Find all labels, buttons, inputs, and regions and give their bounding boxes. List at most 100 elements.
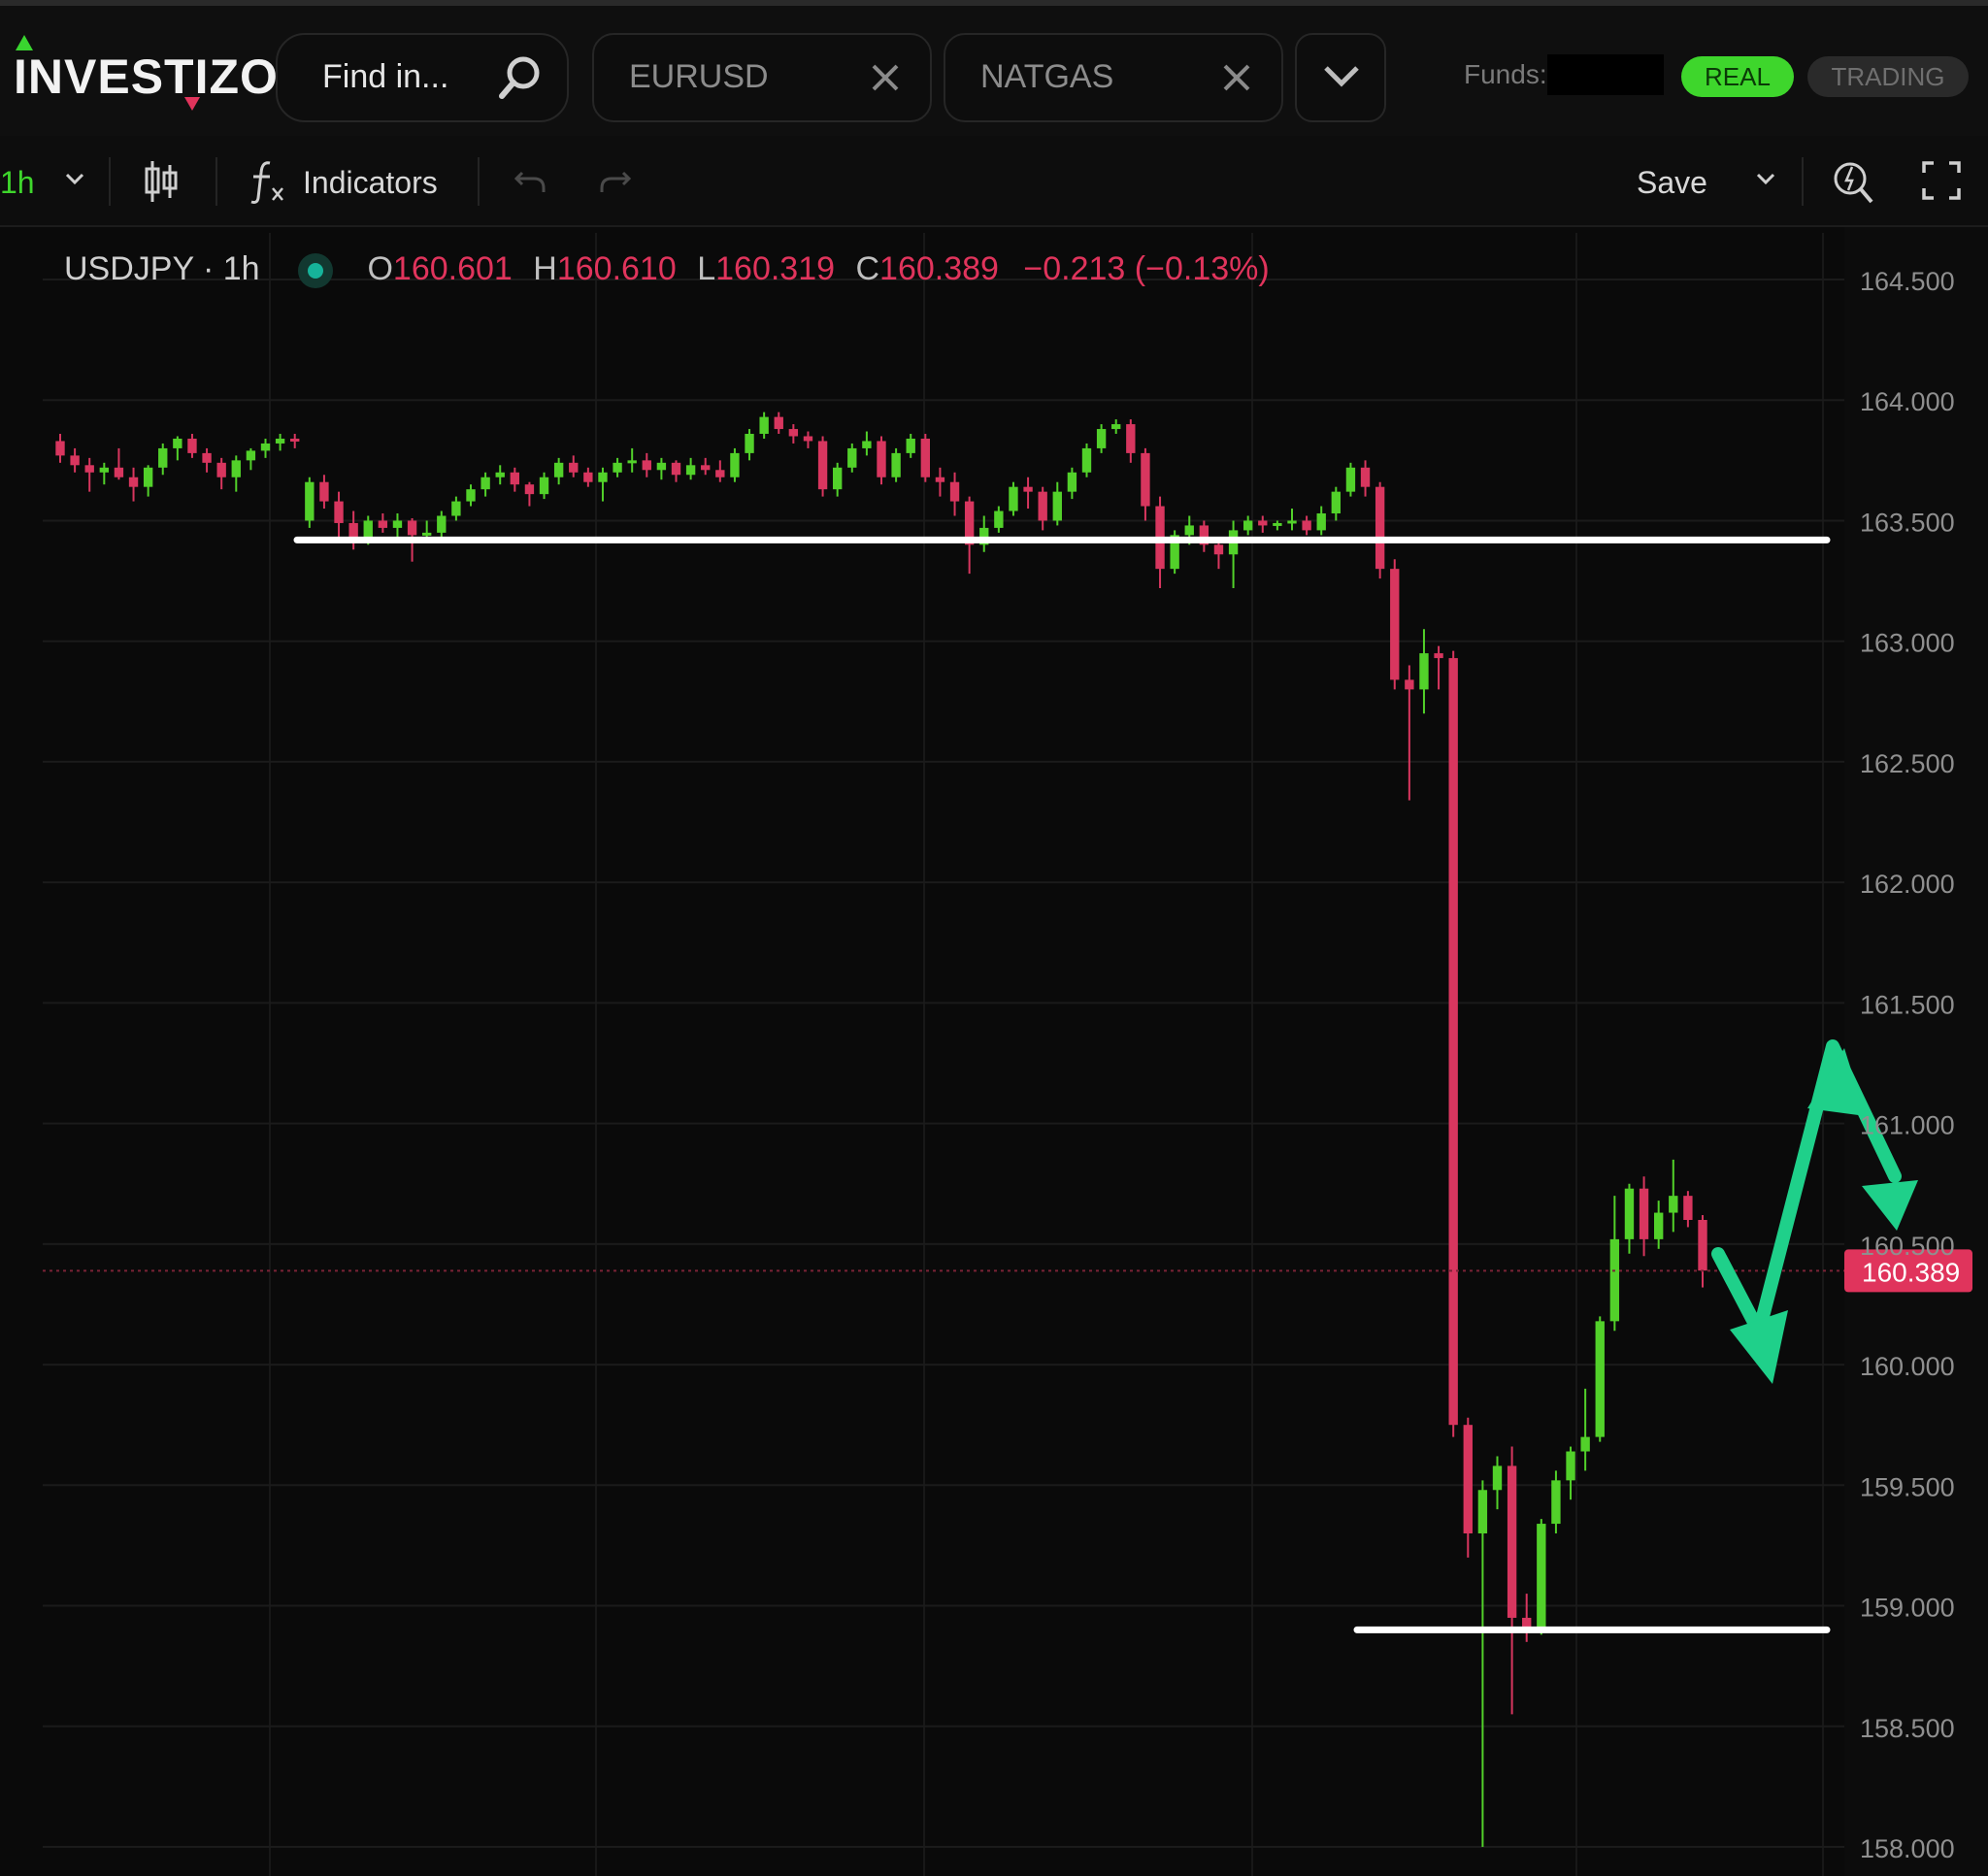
real-mode-toggle[interactable]: REAL [1681, 56, 1794, 97]
candle-body [1580, 1436, 1590, 1452]
tabs-dropdown-button[interactable] [1295, 33, 1386, 122]
candle-body [1081, 447, 1092, 473]
logo-text: INVESTIZO [14, 49, 279, 104]
price-chart[interactable]: 160.389 164.500 164.000 163.500 163.000 162.… [0, 227, 1988, 1876]
trading-mode-toggle[interactable]: TRADING [1807, 56, 1969, 97]
candle-body [803, 436, 813, 442]
candle-body [832, 467, 843, 490]
quick-search-icon[interactable] [1831, 157, 1877, 214]
chevron-down-icon [1320, 62, 1363, 100]
candle-body [510, 472, 520, 485]
candle-body [275, 438, 285, 444]
candle-body [817, 441, 828, 490]
candle-body [1038, 491, 1047, 521]
candle-body [1052, 491, 1062, 521]
candle-body [877, 441, 886, 477]
candle-body [70, 455, 80, 466]
candle-body [334, 501, 344, 523]
y-tick-label: 163.500 [1860, 508, 1955, 537]
close-icon[interactable] [866, 58, 905, 106]
candle-body [1302, 520, 1311, 531]
candle-body [143, 467, 153, 487]
candle-body [715, 470, 725, 477]
candle-body [246, 450, 256, 461]
current-price-label: 160.389 [1862, 1257, 1960, 1287]
investizo-logo[interactable]: INVESTIZO [14, 35, 279, 111]
candle-body [1477, 1490, 1488, 1533]
candle-body [1419, 653, 1429, 690]
candle-body [1287, 520, 1297, 524]
tab-label: EURUSD [629, 58, 769, 95]
top-header: INVESTIZO Find in... EURUSD NATGAS Funds… [0, 0, 1988, 136]
undo-icon[interactable] [513, 165, 547, 208]
candle-body [407, 520, 417, 536]
low-label: L [697, 250, 716, 287]
tab-eurusd[interactable]: EURUSD [592, 33, 932, 122]
toolbar-divider [215, 157, 217, 206]
candle-body [1390, 569, 1400, 680]
funds-value-redacted [1547, 54, 1664, 95]
candle-body [1067, 472, 1077, 492]
close-icon[interactable] [1217, 58, 1256, 106]
candle-body [421, 532, 432, 536]
y-tick-label: 159.500 [1860, 1472, 1955, 1501]
close-value: 160.389 [879, 250, 999, 287]
y-tick-label: 159.000 [1860, 1594, 1955, 1623]
candle-body [1126, 424, 1136, 453]
candle-body [392, 520, 403, 528]
candles-chart-type-icon[interactable] [142, 157, 181, 214]
logo-up-arrow-icon [16, 35, 33, 50]
candle-body [569, 462, 579, 473]
y-tick-label: 161.500 [1860, 990, 1955, 1019]
chevron-down-icon[interactable] [62, 159, 87, 206]
candle-body [994, 510, 1004, 528]
candle-body [305, 481, 315, 521]
candle-body [539, 477, 549, 495]
interval-selector[interactable]: 1h [0, 165, 35, 201]
y-tick-label: 164.000 [1860, 387, 1955, 416]
candle-body [480, 477, 490, 490]
candle-body [685, 465, 696, 476]
toolbar-divider [109, 157, 111, 206]
candle-body [1551, 1480, 1561, 1525]
symbol-interval[interactable]: USDJPY · 1h [64, 250, 260, 287]
candle-body [1609, 1238, 1620, 1322]
candle-body [1184, 525, 1194, 536]
candle-body [862, 441, 872, 448]
candle-body [1023, 486, 1033, 492]
candle-body [1669, 1196, 1678, 1213]
candle-body [1096, 429, 1107, 448]
candle-body [1653, 1212, 1664, 1239]
fullscreen-icon[interactable] [1920, 159, 1963, 210]
candle-body [613, 462, 622, 473]
redo-icon[interactable] [598, 165, 633, 208]
indicators-fx-icon[interactable] [248, 157, 287, 214]
candle-body [1566, 1451, 1575, 1481]
candle-body [1316, 513, 1326, 531]
chevron-down-icon[interactable] [1753, 159, 1778, 206]
search-icon[interactable] [495, 52, 546, 112]
search-box[interactable]: Find in... [276, 33, 569, 122]
high-label: H [533, 250, 557, 287]
y-tick-label: 163.000 [1860, 629, 1955, 658]
open-value: 160.601 [392, 250, 513, 287]
candle-body [1345, 467, 1356, 492]
tab-natgas[interactable]: NATGAS [944, 33, 1283, 122]
candle-body [627, 460, 637, 464]
candle-body [671, 462, 681, 476]
candle-body [906, 438, 915, 453]
candle-body [451, 501, 461, 516]
price-axis-background [1844, 227, 1988, 1876]
candle-body [1624, 1188, 1635, 1239]
y-tick-label: 164.500 [1860, 267, 1955, 296]
candle-body [202, 452, 212, 463]
toolbar-divider [478, 157, 480, 206]
chart-legend: USDJPY · 1h O160.601 H160.610 L160.319 C… [64, 250, 1270, 288]
y-tick-label: 162.500 [1860, 749, 1955, 778]
candle-body [1360, 467, 1371, 487]
candle-body [158, 447, 168, 468]
save-button[interactable]: Save [1637, 165, 1707, 201]
candle-body [745, 434, 754, 453]
high-value: 160.610 [556, 250, 677, 287]
indicators-button[interactable]: Indicators [303, 165, 438, 201]
